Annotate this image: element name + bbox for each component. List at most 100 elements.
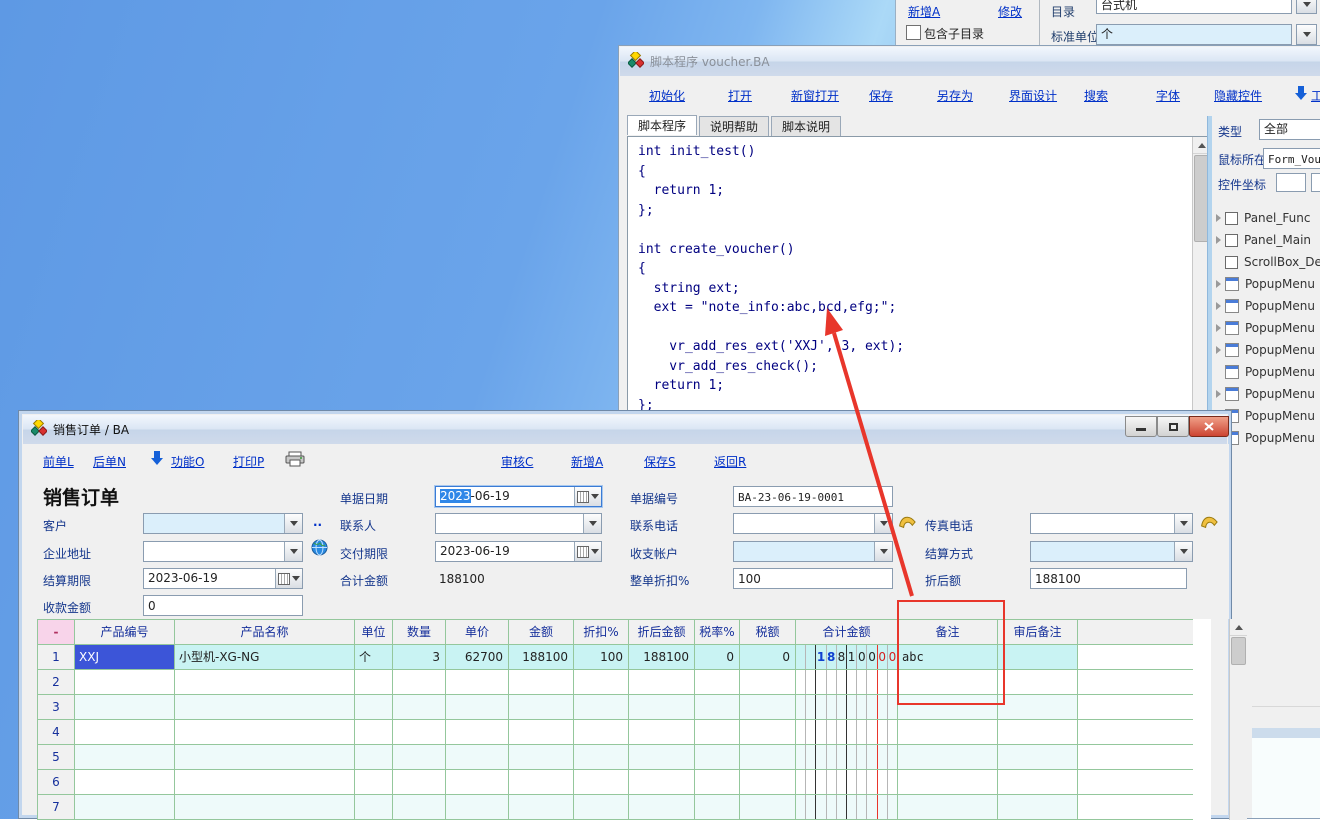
cell-tax[interactable] <box>740 720 796 745</box>
cell-qty[interactable] <box>393 670 446 695</box>
cell-discount[interactable]: 100 <box>574 645 629 670</box>
cell-ledger_digits[interactable]: 18810000 <box>796 645 898 670</box>
right-toolbar-link-4[interactable]: 返回R <box>714 453 746 470</box>
tab-3[interactable]: 脚本说明 <box>771 116 841 136</box>
fax-combo[interactable] <box>1030 513 1193 534</box>
tree-item-Panel_Main[interactable]: Panel_Main <box>1214 230 1311 250</box>
cell-tax_rate[interactable] <box>695 795 740 820</box>
cell-note[interactable] <box>898 720 998 745</box>
globe-icon[interactable] <box>311 539 328 559</box>
chevron-right-icon[interactable] <box>1216 324 1221 332</box>
cell-disc_amount[interactable]: 188100 <box>629 645 695 670</box>
cell-ledger_digits[interactable] <box>796 745 898 770</box>
cell-audit_note[interactable] <box>998 645 1078 670</box>
coord-y-field[interactable] <box>1311 173 1320 192</box>
include-subdir-checkbox[interactable] <box>906 25 921 40</box>
pay-method-combo[interactable] <box>1030 541 1193 562</box>
cell-price[interactable] <box>446 670 509 695</box>
deliver-date-field[interactable]: 2023-06-19 <box>435 541 602 562</box>
cell-qty[interactable] <box>393 695 446 720</box>
cell-tax[interactable] <box>740 670 796 695</box>
cell-discount[interactable] <box>574 795 629 820</box>
phone-icon[interactable] <box>895 511 919 534</box>
tools-menu-link[interactable]: 工 <box>1311 87 1320 104</box>
cell-tax_rate[interactable] <box>695 695 740 720</box>
right-toolbar-link-2[interactable]: 新增A <box>571 453 603 470</box>
cell-amount[interactable] <box>509 745 574 770</box>
cell-tax_rate[interactable] <box>695 745 740 770</box>
cell-unit[interactable] <box>355 670 393 695</box>
cell-code[interactable] <box>75 745 175 770</box>
dir-combo[interactable]: 台式机 <box>1096 0 1292 14</box>
calendar-button[interactable] <box>574 542 601 561</box>
chevron-right-icon[interactable] <box>1216 280 1221 288</box>
cell-disc_amount[interactable] <box>629 795 695 820</box>
script-toolbar-link-2[interactable]: 打开 <box>728 87 752 104</box>
cell-qty[interactable] <box>393 745 446 770</box>
order-window-titlebar[interactable]: 销售订单 / BA <box>23 415 1227 444</box>
right-toolbar-link-1[interactable]: 审核C <box>501 453 533 470</box>
scrollbar-thumb[interactable] <box>1231 637 1246 665</box>
cell-audit_note[interactable] <box>998 695 1078 720</box>
catalog-edit-link[interactable]: 修改 <box>998 3 1022 20</box>
catalog-add-link[interactable]: 新增A <box>908 3 940 20</box>
tab-2[interactable]: 说明帮助 <box>699 116 769 136</box>
script-toolbar-link-1[interactable]: 初始化 <box>649 87 685 104</box>
cell-note[interactable] <box>898 670 998 695</box>
cell-price[interactable] <box>446 770 509 795</box>
close-button[interactable] <box>1189 416 1229 437</box>
chevron-right-icon[interactable] <box>1216 390 1221 398</box>
after-discount-field[interactable]: 188100 <box>1030 568 1187 589</box>
cell-ledger_digits[interactable] <box>796 770 898 795</box>
cell-tax_rate[interactable]: 0 <box>695 645 740 670</box>
tree-item-PopupMenu[interactable]: PopupMenu <box>1214 296 1315 316</box>
phone-combo[interactable] <box>733 513 893 534</box>
script-toolbar-link-9[interactable]: 隐藏控件 <box>1214 87 1262 104</box>
left-toolbar-link-1[interactable]: 前单L <box>43 453 74 470</box>
tree-item-PopupMenu[interactable]: PopupMenu <box>1214 274 1315 294</box>
scroll-up-button[interactable] <box>1230 619 1247 636</box>
type-combo[interactable]: 全部 <box>1259 119 1320 140</box>
cell-ledger_digits[interactable] <box>796 795 898 820</box>
cell-note[interactable] <box>898 770 998 795</box>
cell-name[interactable] <box>175 720 355 745</box>
received-amount-field[interactable]: 0 <box>143 595 303 616</box>
cell-name[interactable] <box>175 670 355 695</box>
cell-amount[interactable] <box>509 795 574 820</box>
script-toolbar-link-3[interactable]: 新窗打开 <box>791 87 839 104</box>
cell-amount[interactable] <box>509 695 574 720</box>
cell-amount[interactable] <box>509 720 574 745</box>
cell-disc_amount[interactable] <box>629 745 695 770</box>
dir-combo-arrow[interactable] <box>1296 0 1317 14</box>
calendar-button[interactable] <box>275 569 302 588</box>
cell-note[interactable]: abc <box>898 645 998 670</box>
cell-qty[interactable] <box>393 720 446 745</box>
cell-name[interactable]: 小型机-XG-NG <box>175 645 355 670</box>
address-combo[interactable] <box>143 541 303 562</box>
mouse-at-field[interactable]: Form_Vouc <box>1263 148 1320 169</box>
left-toolbar-link-2[interactable]: 后单N <box>93 453 126 470</box>
cell-qty[interactable]: 3 <box>393 645 446 670</box>
minimize-button[interactable] <box>1125 416 1157 437</box>
chevron-right-icon[interactable] <box>1216 214 1221 222</box>
cell-discount[interactable] <box>574 745 629 770</box>
tree-item-PopupMenu[interactable]: PopupMenu <box>1214 318 1315 338</box>
script-toolbar-link-4[interactable]: 保存 <box>869 87 893 104</box>
cell-code[interactable] <box>75 770 175 795</box>
cell-disc_amount[interactable] <box>629 770 695 795</box>
contact-combo[interactable] <box>435 513 602 534</box>
cell-audit_note[interactable] <box>998 670 1078 695</box>
cell-price[interactable] <box>446 795 509 820</box>
cell-name[interactable] <box>175 745 355 770</box>
selected-cell-product-code[interactable]: XXJ <box>75 645 175 670</box>
cell-amount[interactable] <box>509 670 574 695</box>
chevron-right-icon[interactable] <box>1216 302 1221 310</box>
script-toolbar-link-8[interactable]: 字体 <box>1156 87 1180 104</box>
phone-icon[interactable] <box>1197 511 1221 534</box>
cell-discount[interactable] <box>574 695 629 720</box>
cell-unit[interactable] <box>355 720 393 745</box>
customer-lookup-link[interactable]: .. <box>313 515 322 529</box>
cell-code[interactable] <box>75 795 175 820</box>
cell-tax[interactable] <box>740 795 796 820</box>
coord-x-field[interactable] <box>1276 173 1306 192</box>
